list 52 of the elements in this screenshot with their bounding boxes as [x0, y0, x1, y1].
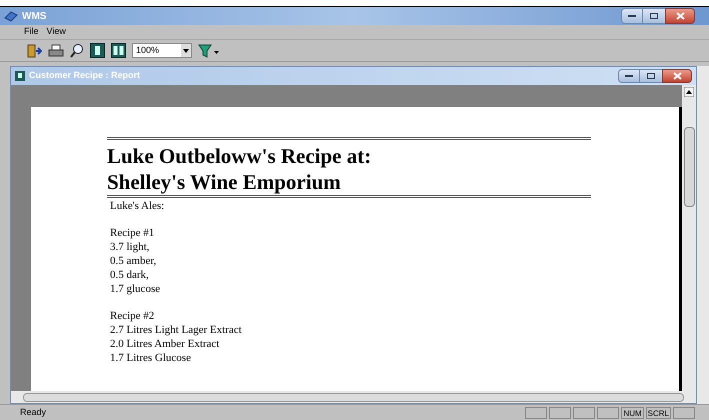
minimize-icon [628, 15, 636, 17]
status-indicator: SCRL [646, 406, 671, 418]
maximize-icon [650, 13, 658, 19]
close-icon [672, 72, 682, 80]
maximize-icon [647, 73, 655, 79]
funnel-icon[interactable] [198, 42, 220, 58]
menu-item[interactable]: File [24, 25, 39, 39]
outer-scrollbar[interactable] [697, 66, 709, 404]
search-icon[interactable] [70, 42, 84, 58]
child-window-title: Customer Recipe : Report [29, 69, 140, 82]
minimize-button[interactable] [618, 69, 640, 83]
status-indicator: NUM [621, 406, 644, 418]
dropdown-icon [181, 44, 191, 57]
status-pane [573, 406, 596, 418]
scroll-thumb[interactable] [684, 127, 694, 207]
single-page-icon[interactable] [90, 43, 105, 58]
close-button[interactable] [662, 69, 692, 83]
window-title: WMS [22, 10, 46, 24]
print-icon[interactable] [48, 42, 64, 58]
maximize-button[interactable] [643, 8, 665, 24]
maximize-button[interactable] [640, 69, 662, 83]
two-page-icon[interactable] [111, 43, 126, 58]
status-text: Ready [20, 406, 46, 419]
report-line: 3.7 light, [110, 240, 150, 254]
report-line: 0.5 dark, [110, 268, 150, 282]
close-button[interactable] [665, 8, 695, 24]
door-exit-icon[interactable] [26, 42, 42, 58]
minimize-button[interactable] [621, 8, 643, 24]
report-line: Luke's Ales: [110, 199, 166, 213]
menu-item[interactable]: View [46, 25, 66, 39]
scroll-up-icon[interactable] [684, 87, 694, 97]
report-line: 2.7 Litres Light Lager Extract [110, 323, 243, 337]
app-icon [4, 10, 18, 22]
horizontal-scrollbar[interactable] [11, 391, 696, 403]
report-line: 0.5 amber, [110, 254, 158, 268]
scroll-thumb[interactable] [23, 392, 684, 402]
status-pane [549, 406, 572, 418]
close-icon [676, 12, 684, 20]
minimize-icon [625, 75, 633, 77]
status-pane [673, 406, 695, 418]
status-pane [525, 406, 548, 418]
status-pane [597, 406, 620, 418]
report-line: Recipe #2 [110, 309, 156, 323]
report-icon [15, 71, 25, 81]
report-heading: Luke Outbeloww's Recipe at: [107, 143, 372, 169]
zoom-combo[interactable]: 100% [132, 43, 192, 58]
report-heading: Shelley's Wine Emporium [107, 169, 342, 195]
report-line: Recipe #1 [110, 226, 156, 240]
vertical-scrollbar[interactable] [682, 85, 696, 391]
report-line: 1.7 Litres Glucose [110, 351, 192, 365]
report-line: 2.0 Litres Amber Extract [110, 337, 220, 351]
report-line: 1.7 glucose [110, 282, 162, 296]
